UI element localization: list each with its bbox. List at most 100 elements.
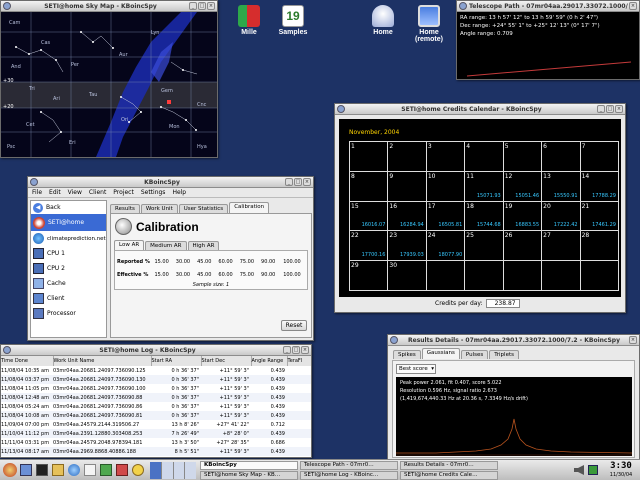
menu-edit[interactable]: Edit bbox=[49, 189, 61, 196]
tab-low-ar[interactable]: Low AR bbox=[114, 240, 145, 250]
tab-triplets[interactable]: Triplets bbox=[489, 350, 519, 359]
window-menu-icon[interactable] bbox=[30, 178, 38, 186]
k-menu-icon[interactable] bbox=[3, 463, 17, 477]
task-sky-map[interactable]: SETI@home Sky Map - KB… bbox=[200, 471, 298, 480]
kboincspy-titlebar[interactable]: KBoincSpy _ □ × bbox=[28, 177, 313, 188]
sky-map-window[interactable]: SETI@home Sky Map - KBoincSpy _ □ × Cam … bbox=[0, 0, 218, 158]
network-icon[interactable] bbox=[588, 465, 598, 475]
menu-view[interactable]: View bbox=[68, 189, 82, 196]
column-header-terafl[interactable]: TeraFl bbox=[287, 356, 311, 366]
pager[interactable] bbox=[150, 462, 196, 479]
seti-log-window[interactable]: SETI@home Log - KBoincSpy _ □ × Time Don… bbox=[0, 344, 312, 458]
task-results-details[interactable]: Results Details - 07mr0… bbox=[400, 461, 498, 470]
sidebar-item-cpu1[interactable]: CPU 1 bbox=[31, 246, 106, 261]
konsole-icon[interactable] bbox=[36, 464, 48, 476]
close-icon[interactable]: × bbox=[629, 336, 637, 344]
pager-desktop-1[interactable] bbox=[150, 462, 161, 479]
table-row[interactable]: 11/08/04 12:48 am 03mr04aa.20681.24097.73… bbox=[1, 393, 311, 402]
table-row[interactable]: 11/13/04 08:17 am 03mr04aa.2969.8868.4088… bbox=[1, 447, 311, 456]
telescope-path-titlebar[interactable]: Telescope Path - 07mr04aa.29017.33072.10… bbox=[457, 1, 639, 12]
task-kboincspy[interactable]: KBoincSpy bbox=[200, 461, 298, 470]
close-icon[interactable]: × bbox=[629, 2, 637, 10]
sky-map-titlebar[interactable]: SETI@home Sky Map - KBoincSpy _ □ × bbox=[1, 1, 217, 12]
reset-button[interactable]: Reset bbox=[281, 320, 307, 331]
minimize-icon[interactable]: _ bbox=[189, 2, 197, 10]
window-menu-icon[interactable] bbox=[390, 336, 398, 344]
results-details-window[interactable]: Results Details - 07mr04aa.29017.33072.1… bbox=[387, 334, 640, 460]
sidebar-item-climate[interactable]: climateprediction.net bbox=[31, 231, 106, 246]
column-header-work-unit[interactable]: Work Unit Name bbox=[53, 356, 152, 366]
desktop-icon-samples[interactable]: 19 Samples bbox=[266, 5, 320, 36]
credits-per-day-field[interactable]: 238.87 bbox=[485, 299, 520, 308]
menu-project[interactable]: Project bbox=[113, 189, 134, 196]
menu-settings[interactable]: Settings bbox=[141, 189, 166, 196]
task-credits-calendar[interactable]: SETI@home Credits Cale… bbox=[400, 471, 498, 480]
pager-desktop-3[interactable] bbox=[173, 462, 185, 479]
tab-results[interactable]: Results bbox=[110, 204, 140, 213]
column-header-start-ra[interactable]: Start RA bbox=[151, 356, 202, 366]
table-row[interactable]: 11/10/04 11:12 pm 03mr04aa.2391.12880.303… bbox=[1, 429, 311, 438]
close-icon[interactable]: × bbox=[615, 105, 623, 113]
table-row[interactable]: 11/08/04 10:35 am 03mr04aa.20681.24097.73… bbox=[1, 366, 311, 375]
table-row[interactable]: 11/08/04 11:05 pm 03mr04aa.20681.24097.73… bbox=[1, 384, 311, 393]
tab-user-statistics[interactable]: User Statistics bbox=[178, 204, 229, 213]
table-row[interactable]: 11/08/04 05:24 am 03mr04aa.20681.24097.73… bbox=[1, 402, 311, 411]
table-row[interactable]: 11/11/04 03:31 pm 03mr04aa.24579.2048.978… bbox=[1, 438, 311, 447]
home-folder-icon[interactable] bbox=[52, 464, 64, 476]
sidebar-item-back[interactable]: ◀ Back bbox=[31, 201, 106, 214]
minimize-icon[interactable]: _ bbox=[597, 105, 605, 113]
tab-spikes[interactable]: Spikes bbox=[393, 350, 421, 359]
office-icon[interactable] bbox=[100, 464, 112, 476]
maximize-icon[interactable]: □ bbox=[294, 178, 302, 186]
maximize-icon[interactable]: □ bbox=[292, 346, 300, 354]
maximize-icon[interactable]: □ bbox=[198, 2, 206, 10]
table-row[interactable]: 11/09/04 07:00 pm 03mr04aa.24579.2144.319… bbox=[1, 420, 311, 429]
help-icon[interactable] bbox=[132, 464, 144, 476]
desktop-icon-home-remote[interactable]: Home (remote) bbox=[402, 5, 456, 43]
table-row[interactable]: 11/08/04 03:37 pm 03mr04aa.20681.24097.73… bbox=[1, 375, 311, 384]
sky-map-canvas[interactable]: Cam Cas And Per Aur Lyn Tri Ari Tau Gem … bbox=[1, 12, 217, 157]
sidebar-item-cache[interactable]: Cache bbox=[31, 276, 106, 291]
pager-desktop-4[interactable] bbox=[185, 462, 196, 479]
window-menu-icon[interactable] bbox=[3, 346, 11, 354]
tab-calibration[interactable]: Calibration bbox=[229, 202, 270, 213]
telescope-path-window[interactable]: Telescope Path - 07mr04aa.29017.33072.10… bbox=[456, 0, 640, 80]
task-seti-log[interactable]: SETI@home Log - KBoinc… bbox=[300, 471, 398, 480]
close-icon[interactable]: × bbox=[303, 178, 311, 186]
sidebar-item-processor[interactable]: Processor bbox=[31, 306, 106, 321]
column-header-start-dec[interactable]: Start Dec bbox=[201, 356, 252, 366]
close-icon[interactable]: × bbox=[301, 346, 309, 354]
credits-calendar-window[interactable]: SETI@home Credits Calendar - KBoincSpy _… bbox=[334, 103, 626, 313]
kboincspy-window[interactable]: KBoincSpy _ □ × File Edit View Client Pr… bbox=[27, 176, 314, 341]
media-icon[interactable] bbox=[116, 464, 128, 476]
seti-log-titlebar[interactable]: SETI@home Log - KBoincSpy _ □ × bbox=[1, 345, 311, 356]
menu-file[interactable]: File bbox=[32, 189, 42, 196]
maximize-icon[interactable]: □ bbox=[606, 105, 614, 113]
task-telescope-path[interactable]: Telescope Path - 07mr0… bbox=[300, 461, 398, 470]
window-menu-icon[interactable] bbox=[337, 105, 345, 113]
score-select[interactable]: Best score ▾ bbox=[396, 364, 436, 374]
tab-pulses[interactable]: Pulses bbox=[460, 350, 489, 359]
menu-client[interactable]: Client bbox=[89, 189, 106, 196]
tab-gaussians[interactable]: Gaussians bbox=[421, 348, 460, 359]
table-row[interactable]: 11/08/04 10:08 am 03mr04aa.20681.24097.73… bbox=[1, 411, 311, 420]
volume-icon[interactable] bbox=[574, 465, 584, 475]
credits-calendar-titlebar[interactable]: SETI@home Credits Calendar - KBoincSpy _… bbox=[335, 104, 625, 115]
pager-desktop-2[interactable] bbox=[161, 462, 173, 479]
tab-medium-ar[interactable]: Medium AR bbox=[145, 241, 187, 250]
results-details-titlebar[interactable]: Results Details - 07mr04aa.29017.33072.1… bbox=[388, 335, 639, 346]
column-header-angle-range[interactable]: Angle Range bbox=[251, 356, 288, 366]
column-header-time-done[interactable]: Time Done bbox=[1, 356, 54, 366]
sidebar-item-client[interactable]: Client bbox=[31, 291, 106, 306]
close-icon[interactable]: × bbox=[207, 2, 215, 10]
show-desktop-icon[interactable] bbox=[20, 464, 32, 476]
tab-work-unit[interactable]: Work Unit bbox=[140, 204, 178, 213]
mail-icon[interactable] bbox=[84, 464, 96, 476]
sidebar-item-seti[interactable]: SETI@home bbox=[31, 214, 106, 231]
minimize-icon[interactable]: _ bbox=[285, 178, 293, 186]
window-menu-icon[interactable] bbox=[459, 2, 467, 10]
menu-help[interactable]: Help bbox=[172, 189, 186, 196]
sidebar-item-cpu2[interactable]: CPU 2 bbox=[31, 261, 106, 276]
clock[interactable]: 3:30 11/30/04 bbox=[604, 461, 638, 478]
minimize-icon[interactable]: _ bbox=[283, 346, 291, 354]
